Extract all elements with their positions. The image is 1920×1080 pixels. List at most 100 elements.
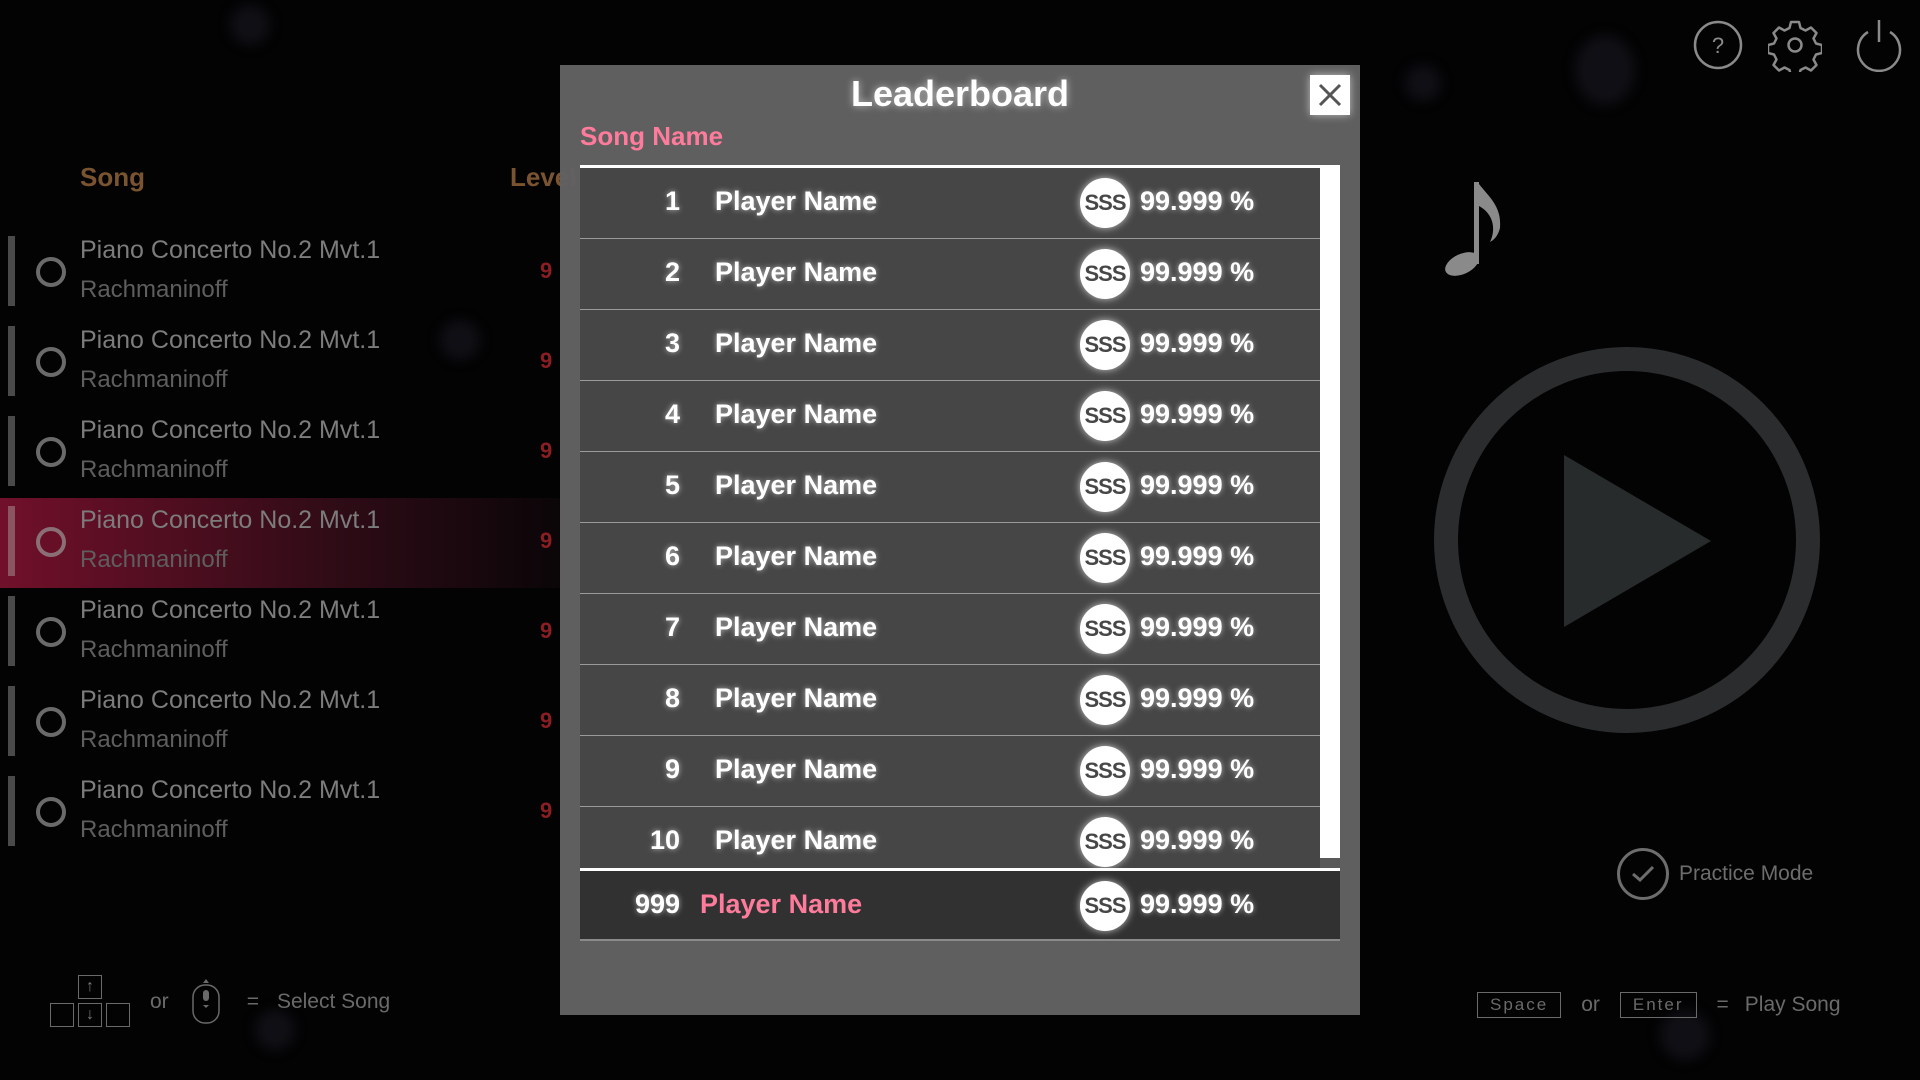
current-player-row: 999 Player Name SSS 99.999 % xyxy=(580,868,1340,941)
song-level: 9 xyxy=(540,798,553,823)
close-icon xyxy=(1318,83,1342,107)
bokeh-decoration xyxy=(1405,65,1441,101)
grade-badge: SSS xyxy=(1080,604,1130,654)
song-list-item[interactable]: Piano Concerto No.2 Mvt.1 Rachmaninoff 9 xyxy=(0,678,560,768)
song-row-indicator xyxy=(8,326,15,396)
song-artist: Rachmaninoff xyxy=(80,546,228,573)
song-row-indicator xyxy=(8,416,15,486)
equals-text: = xyxy=(246,990,259,1013)
song-list-item-selected[interactable]: Piano Concerto No.2 Mvt.1 Rachmaninoff 9 xyxy=(0,498,560,588)
song-title: Piano Concerto No.2 Mvt.1 xyxy=(80,596,381,624)
svg-text:?: ? xyxy=(1712,33,1724,58)
play-song-label: Play Song xyxy=(1744,993,1841,1016)
modal-title: Leaderboard xyxy=(850,73,1070,114)
power-button[interactable] xyxy=(1852,18,1906,73)
player-name: Player Name xyxy=(715,825,878,855)
song-radio-icon xyxy=(36,707,66,737)
scrollbar[interactable] xyxy=(1320,168,1340,868)
song-list-item[interactable]: Piano Concerto No.2 Mvt.1 Rachmaninoff 9 xyxy=(0,228,560,318)
music-note-icon xyxy=(1445,182,1501,276)
player-rank: 1 xyxy=(664,186,680,216)
grade-badge: SSS xyxy=(1080,881,1130,931)
help-icon: ? xyxy=(1693,20,1743,70)
player-name: Player Name xyxy=(715,186,878,216)
leaderboard-row: 3 Player Name SSS 99.999 % xyxy=(580,310,1320,381)
song-list-item[interactable]: Piano Concerto No.2 Mvt.1 Rachmaninoff 9 xyxy=(0,768,560,858)
check-icon xyxy=(1617,848,1669,900)
player-name: Player Name xyxy=(715,683,878,713)
grade-badge: SSS xyxy=(1080,675,1130,725)
leaderboard-row: 6 Player Name SSS 99.999 % xyxy=(580,523,1320,594)
or-text: or xyxy=(1581,993,1600,1016)
song-level: 9 xyxy=(540,618,553,643)
song-level: 9 xyxy=(540,528,553,553)
song-title: Piano Concerto No.2 Mvt.1 xyxy=(80,686,381,714)
player-accuracy: 99.999 % xyxy=(1140,328,1255,358)
song-artist: Rachmaninoff xyxy=(80,456,228,483)
arrow-right-key-icon xyxy=(106,1003,130,1027)
player-name: Player Name xyxy=(715,754,878,784)
song-list: Piano Concerto No.2 Mvt.1 Rachmaninoff 9… xyxy=(0,228,560,858)
select-song-hint: ↑ ↓ or = Select Song xyxy=(50,975,390,1029)
player-name: Player Name xyxy=(715,470,878,500)
settings-gear-icon xyxy=(1766,20,1824,78)
arrow-up-key-icon: ↑ xyxy=(78,975,102,999)
song-list-item[interactable]: Piano Concerto No.2 Mvt.1 Rachmaninoff 9 xyxy=(0,408,560,498)
scrollbar-thumb[interactable] xyxy=(1320,168,1340,858)
leaderboard-table: 1 Player Name SSS 99.999 % 2 Player Name SSS 99… xyxy=(580,165,1340,941)
player-accuracy: 99.999 % xyxy=(1140,186,1255,216)
player-name: Player Name xyxy=(700,889,863,919)
play-icon xyxy=(1564,455,1711,627)
arrow-down-key-icon: ↓ xyxy=(78,1003,102,1027)
song-level: 9 xyxy=(540,348,553,373)
song-level: 9 xyxy=(540,708,553,733)
song-radio-icon xyxy=(36,527,66,557)
song-level: 9 xyxy=(540,438,553,463)
player-name: Player Name xyxy=(715,328,878,358)
leaderboard-row: 7 Player Name SSS 99.999 % xyxy=(580,594,1320,665)
song-list-item[interactable]: Piano Concerto No.2 Mvt.1 Rachmaninoff 9 xyxy=(0,588,560,678)
help-button[interactable]: ? xyxy=(1691,18,1745,72)
player-rank: 999 xyxy=(634,889,680,919)
player-rank: 6 xyxy=(664,541,680,571)
settings-button[interactable] xyxy=(1766,18,1824,78)
player-accuracy: 99.999 % xyxy=(1140,257,1255,287)
power-icon xyxy=(1856,20,1902,73)
grade-badge: SSS xyxy=(1080,178,1130,228)
grade-badge: SSS xyxy=(1080,320,1130,370)
grade-badge: SSS xyxy=(1080,533,1130,583)
player-rank: 10 xyxy=(649,825,680,855)
player-rank: 3 xyxy=(664,328,680,358)
player-name: Player Name xyxy=(715,399,878,429)
player-name: Player Name xyxy=(715,612,878,642)
practice-mode-toggle[interactable]: Practice Mode xyxy=(1617,848,1813,900)
play-button[interactable] xyxy=(1434,347,1820,733)
song-artist: Rachmaninoff xyxy=(80,726,228,753)
song-list-item[interactable]: Piano Concerto No.2 Mvt.1 Rachmaninoff 9 xyxy=(0,318,560,408)
song-artist: Rachmaninoff xyxy=(80,816,228,843)
leaderboard-row: 9 Player Name SSS 99.999 % xyxy=(580,736,1320,807)
leaderboard-row: 4 Player Name SSS 99.999 % xyxy=(580,381,1320,452)
song-column-header: Song xyxy=(80,162,145,192)
song-title: Piano Concerto No.2 Mvt.1 xyxy=(80,326,381,354)
song-radio-icon xyxy=(36,257,66,287)
arrow-left-key-icon xyxy=(50,1003,74,1027)
arrow-keys-icon: ↑ ↓ xyxy=(50,975,132,1029)
song-radio-icon xyxy=(36,347,66,377)
leaderboard-rows: 1 Player Name SSS 99.999 % 2 Player Name SSS 99… xyxy=(580,168,1320,878)
player-accuracy: 99.999 % xyxy=(1140,825,1255,855)
song-radio-icon xyxy=(36,797,66,827)
close-button[interactable] xyxy=(1310,75,1350,115)
song-artist: Rachmaninoff xyxy=(80,276,228,303)
player-rank: 2 xyxy=(664,257,680,287)
player-accuracy: 99.999 % xyxy=(1140,612,1255,642)
song-title: Piano Concerto No.2 Mvt.1 xyxy=(80,776,381,804)
grade-badge: SSS xyxy=(1080,391,1130,441)
player-accuracy: 99.999 % xyxy=(1140,683,1255,713)
player-rank: 4 xyxy=(664,399,680,429)
leaderboard-song-name: Song Name xyxy=(580,121,724,151)
player-rank: 7 xyxy=(664,612,680,642)
leaderboard-scroll-area[interactable]: 1 Player Name SSS 99.999 % 2 Player Name SSS 99… xyxy=(580,168,1340,878)
or-text: or xyxy=(150,990,169,1013)
song-artist: Rachmaninoff xyxy=(80,636,228,663)
